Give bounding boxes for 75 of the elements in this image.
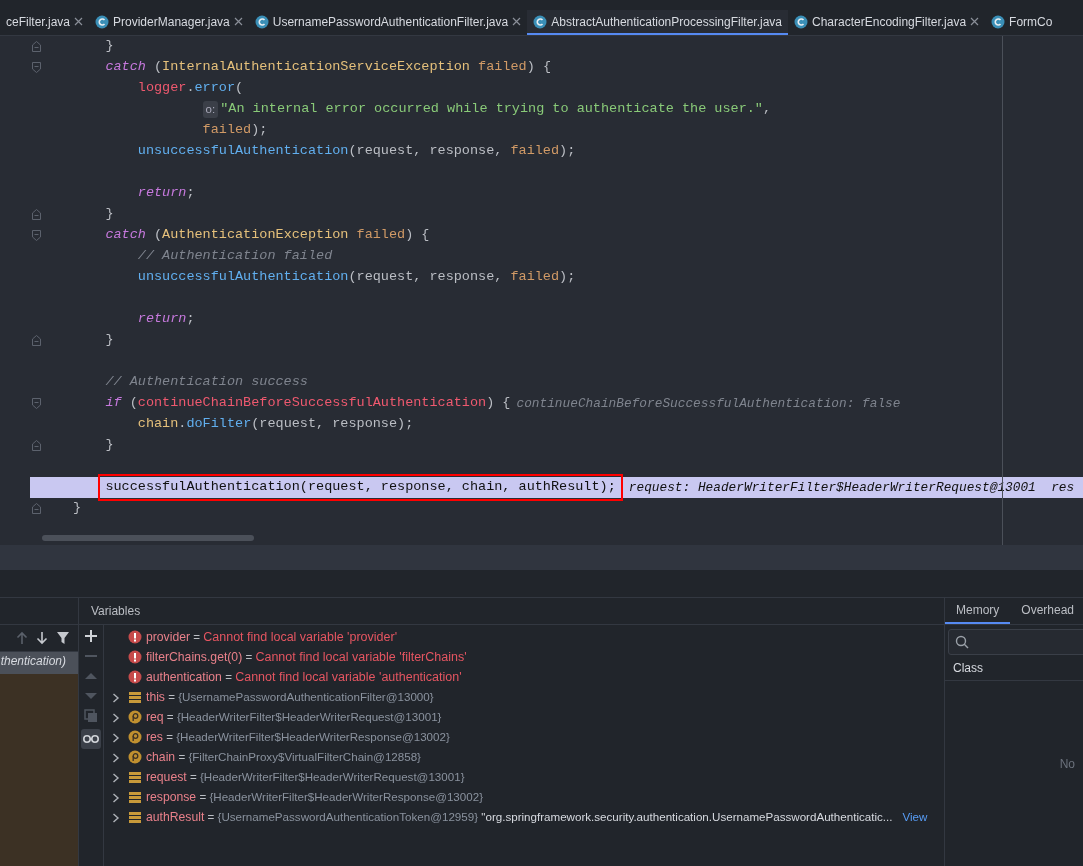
close-icon[interactable] (970, 17, 980, 26)
stack-frame[interactable]: thentication) (0, 652, 78, 674)
editor-tab[interactable]: FormCo (985, 10, 1059, 35)
variable-entry[interactable]: provider = Cannot find local variable 'provider' (146, 627, 398, 647)
code-line: // Authentication failed (137, 247, 333, 266)
column-header: Class (953, 659, 983, 677)
fold-marker-icon[interactable] (31, 230, 41, 241)
code-line: } (105, 37, 114, 56)
code-line: unsuccessfulAuthentication(request, response, failed); (137, 268, 576, 287)
variable-entry[interactable]: filterChains.get(0) = Cannot find local variable 'filterChains' (146, 647, 467, 667)
code-line: } (105, 436, 114, 455)
error-icon (128, 630, 142, 644)
variable-entry[interactable]: this = {UsernamePasswordAuthenticationFilter@13000} (146, 687, 434, 707)
code-line: catch (InternalAuthenticationServiceException failed) { (105, 58, 551, 77)
code-line: chain.doFilter(request, response); (137, 415, 414, 434)
fold-marker-icon[interactable] (31, 62, 41, 73)
editor-tab[interactable]: ceFilter.java (0, 10, 90, 35)
field-icon (128, 690, 142, 704)
code-line: failed); (202, 121, 268, 140)
field-icon (128, 790, 142, 804)
parameter-icon (128, 730, 142, 744)
panel-tab[interactable]: Overhead (1010, 598, 1083, 624)
code-line: if (continueChainBeforeSuccessfulAuthentication) { (105, 394, 511, 413)
parameter-hint: o: (202, 100, 219, 119)
code-line: // Authentication success (105, 373, 308, 392)
filter-icon[interactable] (56, 631, 70, 645)
error-icon (128, 670, 142, 684)
editor-tab[interactable]: ProviderManager.java (89, 10, 249, 35)
code-line: } (105, 205, 114, 224)
glasses-icon[interactable] (81, 729, 101, 749)
add-icon[interactable] (84, 629, 98, 643)
up-arrow-icon[interactable] (16, 631, 28, 645)
variable-entry[interactable]: res = {HeaderWriterFilter$HeaderWriterResponse@13002} (146, 727, 450, 747)
code-line: unsuccessfulAuthentication(request, response, failed); (137, 142, 576, 161)
close-icon[interactable] (74, 17, 84, 26)
fold-marker-icon[interactable] (31, 503, 41, 514)
variable-entry[interactable]: authResult = {UsernamePasswordAuthenticationToken@12959} "org.springframework.security.authentication.UsernamePasswordAuthenticatic... (146, 807, 893, 827)
fold-marker-icon[interactable] (31, 398, 41, 409)
close-icon[interactable] (512, 17, 522, 26)
field-icon (128, 810, 142, 824)
parameter-icon (128, 710, 142, 724)
variable-entry[interactable]: req = {HeaderWriterFilter$HeaderWriterRequest@13001} (146, 707, 442, 727)
editor-tab[interactable]: CharacterEncodingFilter.java (788, 10, 986, 35)
code-line: "An internal error occurred while trying to authenticate the user.", (220, 100, 772, 119)
code-line: catch (AuthenticationException failed) { (105, 226, 430, 245)
variable-entry[interactable]: authentication = Cannot find local variable 'authentication' (146, 667, 462, 687)
search-icon (955, 635, 969, 649)
panel-tab[interactable]: Memory (945, 598, 1011, 624)
copy-icon[interactable] (84, 709, 98, 723)
code-line: } (105, 331, 114, 350)
fold-marker-icon[interactable] (31, 335, 41, 346)
fold-marker-icon[interactable] (31, 41, 41, 52)
inline-value-hint: continueChainBeforeSuccessfulAuthentication: false (516, 394, 901, 413)
fold-marker-icon[interactable] (31, 209, 41, 220)
panel-title: Variables (91, 603, 141, 620)
empty-text: No (1059, 755, 1075, 773)
code-line: } (73, 499, 82, 518)
code-line: return; (137, 310, 195, 329)
variable-entry[interactable]: request = {HeaderWriterFilter$HeaderWriterRequest@13001} (146, 767, 465, 787)
scrollbar-thumb[interactable] (42, 535, 254, 541)
error-icon (128, 650, 142, 664)
code-line: logger.error( (137, 79, 244, 98)
close-icon[interactable] (233, 17, 243, 26)
editor-tab[interactable]: UsernamePasswordAuthenticationFilter.java (248, 10, 528, 35)
variable-entry[interactable]: response = {HeaderWriterFilter$HeaderWriterResponse@13002} (146, 787, 483, 807)
field-icon (128, 770, 142, 784)
view-link[interactable]: View (902, 808, 928, 826)
variable-entry[interactable]: chain = {FilterChainProxy$VirtualFilterChain@12858} (146, 747, 421, 767)
code-line: successfulAuthentication(request, response, chain, authResult); (105, 478, 616, 497)
search-field[interactable] (948, 629, 1083, 655)
fold-marker-icon[interactable] (31, 440, 41, 451)
down-arrow-icon[interactable] (36, 631, 48, 645)
editor-tab[interactable]: AbstractAuthenticationProcessingFilter.java (527, 10, 788, 35)
parameter-icon (128, 750, 142, 764)
code-line: return; (137, 184, 195, 203)
